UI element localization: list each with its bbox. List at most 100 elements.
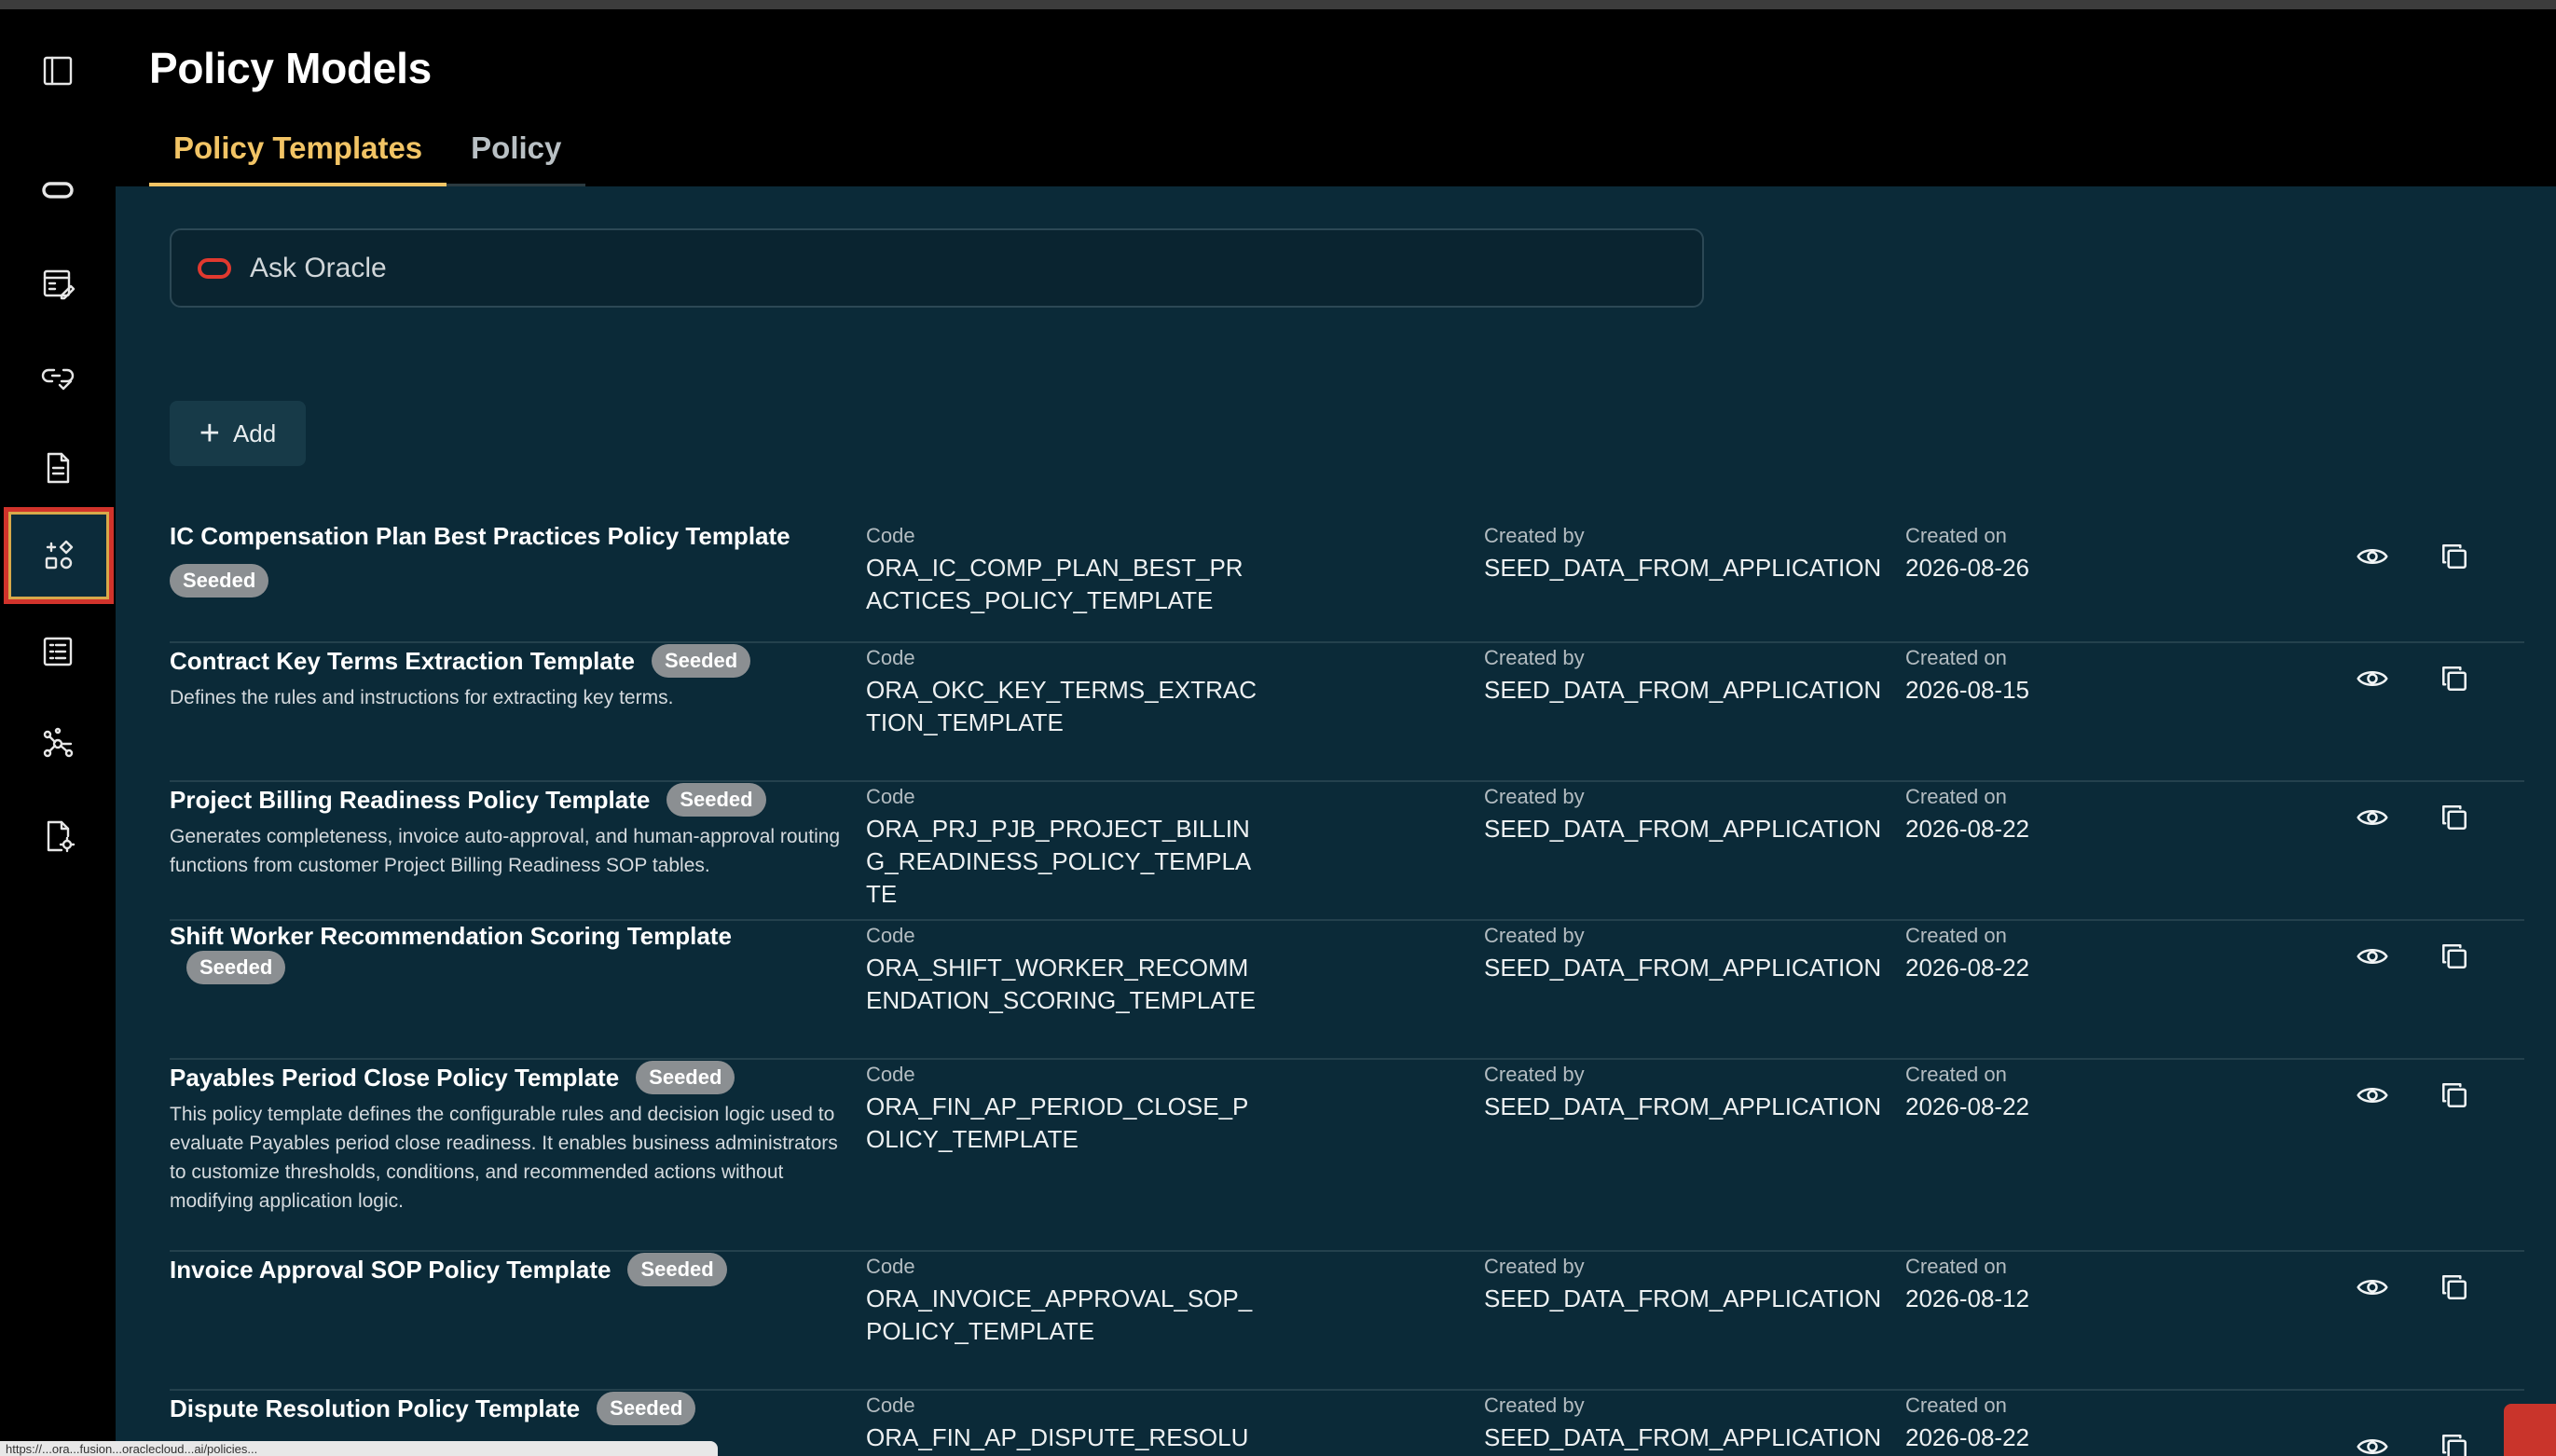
created-by-column: Created by SEED_DATA_FROM_APPLICATION <box>1484 1392 1881 1454</box>
sidebar-item-documents[interactable] <box>17 427 99 509</box>
view-button[interactable] <box>2349 794 2396 841</box>
list-item[interactable]: Project Billing Readiness Policy Templat… <box>170 783 2524 921</box>
copy-icon <box>2442 666 2467 691</box>
code-value: ORA_PRJ_PJB_PROJECT_BILLING_READINESS_PO… <box>866 815 1252 908</box>
created-on-column: Created on 2026-08-26 <box>1905 522 2185 584</box>
created-on-label: Created on <box>1905 524 2007 547</box>
created-on-column: Created on 2026-08-22 <box>1905 783 2185 845</box>
code-value: ORA_SHIFT_WORKER_RECOMMENDATION_SCORING_… <box>866 954 1256 1014</box>
duplicate-button[interactable] <box>2431 655 2478 702</box>
view-button[interactable] <box>2349 1264 2396 1311</box>
duplicate-button[interactable] <box>2431 1264 2478 1311</box>
duplicate-button[interactable] <box>2431 1423 2478 1456</box>
view-button[interactable] <box>2349 933 2396 980</box>
plus-icon: + <box>199 414 220 453</box>
main-content: + Add IC Compensation Plan Best Practice… <box>116 186 2556 1456</box>
sidebar-item-planner[interactable] <box>17 242 99 324</box>
template-name[interactable]: Contract Key Terms Extraction Template <box>170 647 635 675</box>
list-item[interactable]: Payables Period Close Policy Template See… <box>170 1061 2524 1252</box>
list-item[interactable]: IC Compensation Plan Best Practices Poli… <box>170 522 2524 643</box>
code-label: Code <box>866 1394 915 1417</box>
created-on-label: Created on <box>1905 646 2007 669</box>
status-badge: Seeded <box>170 564 269 598</box>
created-by-value: SEED_DATA_FROM_APPLICATION <box>1484 1284 1882 1312</box>
ask-oracle-search[interactable] <box>170 228 1704 308</box>
created-on-column: Created on 2026-08-15 <box>1905 644 2185 707</box>
sidebar-item-file-settings[interactable] <box>17 795 99 877</box>
document-icon <box>47 452 70 484</box>
tab-policy[interactable]: Policy <box>447 119 586 186</box>
panel-toggle-button[interactable] <box>17 30 99 112</box>
template-title-block: Shift Worker Recommendation Scoring Temp… <box>170 922 841 984</box>
sidebar-item-network[interactable] <box>17 703 99 785</box>
copy-icon <box>2442 805 2467 830</box>
list-item[interactable]: Contract Key Terms Extraction Template Se… <box>170 644 2524 782</box>
created-on-column: Created on 2026-08-22 <box>1905 1061 2185 1123</box>
add-button[interactable]: + Add <box>170 401 306 466</box>
created-by-column: Created by SEED_DATA_FROM_APPLICATION <box>1484 1061 1881 1123</box>
eye-icon <box>2357 809 2388 826</box>
view-button[interactable] <box>2349 655 2396 702</box>
created-by-column: Created by SEED_DATA_FROM_APPLICATION <box>1484 644 1881 707</box>
template-name[interactable]: Invoice Approval SOP Policy Template <box>170 1256 611 1284</box>
sidebar-item-links[interactable] <box>17 335 99 417</box>
code-label: Code <box>866 524 915 547</box>
assistant-launcher-button[interactable] <box>2504 1404 2556 1456</box>
duplicate-button[interactable] <box>2431 933 2478 980</box>
code-column: Code ORA_INVOICE_APPROVAL_SOP_POLICY_TEM… <box>866 1253 1257 1348</box>
created-by-column: Created by SEED_DATA_FROM_APPLICATION <box>1484 1253 1882 1315</box>
template-description: Generates completeness, invoice auto-app… <box>170 826 841 876</box>
created-on-value: 2026-08-15 <box>1905 676 2029 704</box>
duplicate-button[interactable] <box>2431 533 2478 580</box>
created-by-value: SEED_DATA_FROM_APPLICATION <box>1484 815 1882 843</box>
eye-icon <box>2357 1438 2388 1455</box>
code-value: ORA_FIN_AP_DISPUTE_RESOLUTI <box>866 1423 1249 1451</box>
copy-icon <box>2442 944 2467 968</box>
sidebar-item-list[interactable] <box>17 611 99 693</box>
created-by-value: SEED_DATA_FROM_APPLICATION <box>1484 554 1882 582</box>
status-badge: Seeded <box>597 1392 696 1425</box>
code-value: ORA_INVOICE_APPROVAL_SOP_POLICY_TEMPLATE <box>866 1284 1253 1345</box>
browser-status-bar: https://...ora...fusion...oraclecloud...… <box>0 1441 718 1456</box>
oracle-logo-icon <box>198 257 231 279</box>
template-title-block: Project Billing Readiness Policy Templat… <box>170 783 841 880</box>
link-check-icon <box>41 368 75 391</box>
created-by-label: Created by <box>1484 1394 1585 1417</box>
code-column: Code ORA_SHIFT_WORKER_RECOMMENDATION_SCO… <box>866 922 1257 1017</box>
eye-icon <box>2357 1087 2388 1104</box>
duplicate-button[interactable] <box>2431 1072 2478 1119</box>
copy-icon <box>2442 1275 2467 1299</box>
tab-policy-templates[interactable]: Policy Templates <box>149 119 447 186</box>
view-button[interactable] <box>2349 533 2396 580</box>
status-badge: Seeded <box>627 1253 727 1286</box>
created-on-column: Created on 2026-08-22 <box>1905 922 2185 984</box>
template-name[interactable]: Shift Worker Recommendation Scoring Temp… <box>170 922 732 950</box>
page-header: Policy Models Policy Templates Policy <box>116 9 2556 186</box>
code-column: Code ORA_PRJ_PJB_PROJECT_BILLING_READINE… <box>866 783 1257 911</box>
code-label: Code <box>866 924 915 947</box>
copy-icon <box>2442 1435 2467 1456</box>
policy-models-icon <box>45 540 74 570</box>
view-button[interactable] <box>2349 1423 2396 1456</box>
template-name[interactable]: Payables Period Close Policy Template <box>170 1064 619 1092</box>
template-name[interactable]: Project Billing Readiness Policy Templat… <box>170 786 650 814</box>
duplicate-button[interactable] <box>2431 794 2478 841</box>
created-by-value: SEED_DATA_FROM_APPLICATION <box>1484 954 1882 982</box>
file-settings-icon <box>47 820 76 853</box>
created-on-label: Created on <box>1905 1255 2007 1278</box>
view-button[interactable] <box>2349 1072 2396 1119</box>
status-badge: Seeded <box>651 644 751 678</box>
sidebar-item-policy-models[interactable] <box>4 507 114 604</box>
search-input[interactable] <box>250 252 1648 284</box>
template-description: Defines the rules and instructions for e… <box>170 687 674 708</box>
status-badge: Seeded <box>636 1061 735 1094</box>
sidebar-item-home[interactable] <box>17 149 99 231</box>
list-item[interactable]: Invoice Approval SOP Policy Template Seed… <box>170 1253 2524 1391</box>
template-title-block: Contract Key Terms Extraction Template Se… <box>170 644 841 712</box>
list-item[interactable]: Shift Worker Recommendation Scoring Temp… <box>170 922 2524 1060</box>
template-name[interactable]: IC Compensation Plan Best Practices Poli… <box>170 522 790 550</box>
created-on-label: Created on <box>1905 1063 2007 1086</box>
created-on-label: Created on <box>1905 1394 2007 1417</box>
template-name[interactable]: Dispute Resolution Policy Template <box>170 1394 580 1422</box>
template-title-block: Invoice Approval SOP Policy Template Seed… <box>170 1253 841 1286</box>
